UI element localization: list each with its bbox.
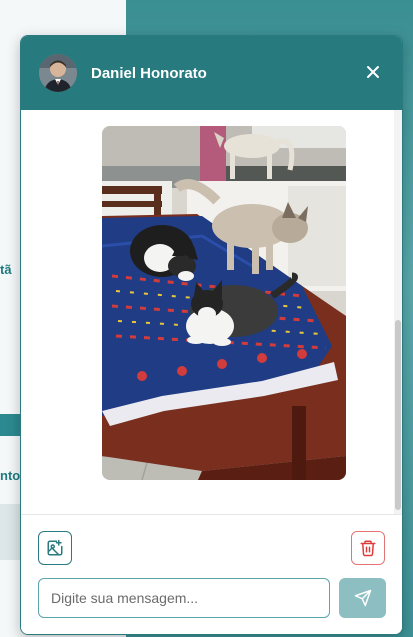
chat-header: Daniel Honorato — [21, 36, 402, 110]
trash-icon — [360, 540, 376, 557]
person-avatar-icon — [39, 54, 77, 92]
send-icon — [354, 589, 371, 607]
delete-conversation-button[interactable] — [351, 531, 385, 565]
chat-window: Daniel Honorato — [20, 35, 403, 635]
close-icon — [367, 66, 379, 78]
send-button[interactable] — [339, 578, 386, 618]
cats-photo — [102, 126, 346, 480]
scrollbar-track[interactable] — [394, 110, 402, 514]
message-input[interactable] — [38, 578, 330, 618]
background-text-fragment: tã — [0, 262, 12, 277]
message-composer — [21, 514, 402, 634]
message-image[interactable] — [102, 126, 346, 480]
image-plus-icon — [47, 539, 63, 556]
avatar — [39, 54, 77, 92]
message-list[interactable] — [21, 110, 402, 514]
contact-name: Daniel Honorato — [91, 64, 207, 82]
background-text-fragment: nto — [0, 468, 21, 483]
scrollbar-thumb[interactable] — [395, 320, 401, 510]
add-image-button[interactable] — [38, 531, 72, 565]
close-button[interactable] — [364, 63, 382, 81]
